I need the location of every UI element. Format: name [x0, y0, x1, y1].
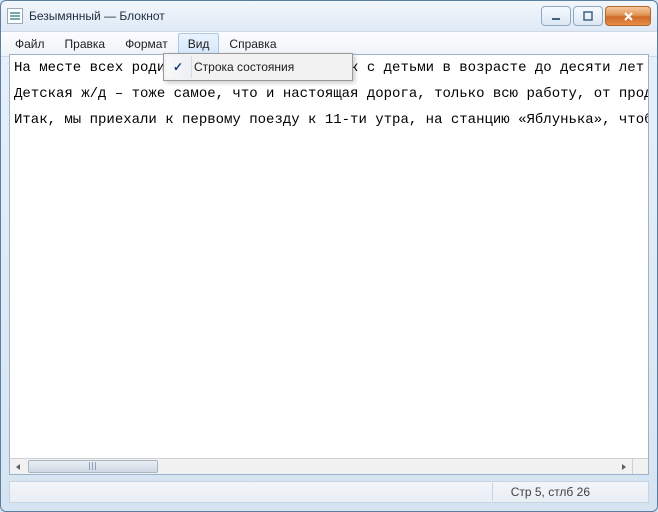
scroll-thumb[interactable] — [28, 460, 158, 473]
menu-file[interactable]: Файл — [5, 33, 55, 55]
text-area[interactable]: На месте всех родителей и бабушек-дедуше… — [10, 55, 648, 458]
close-button[interactable] — [605, 6, 651, 26]
thumb-grip-icon — [89, 462, 97, 470]
cursor-position: Стр 5, стлб 26 — [492, 483, 608, 501]
minimize-button[interactable] — [541, 6, 571, 26]
window-title: Безымянный — Блокнот — [29, 9, 165, 23]
horizontal-scrollbar[interactable] — [10, 458, 632, 474]
check-icon: ✓ — [166, 60, 190, 74]
text-line: Итак, мы приехали к первому поезду к 11-… — [10, 107, 648, 133]
menu-item-status-bar[interactable]: ✓ Строка состояния — [166, 56, 350, 78]
scroll-track[interactable] — [26, 459, 616, 475]
menu-edit[interactable]: Правка — [55, 33, 116, 55]
notepad-icon — [7, 8, 23, 24]
view-dropdown: ✓ Строка состояния — [163, 53, 353, 81]
menu-view[interactable]: Вид — [178, 33, 220, 55]
menu-format[interactable]: Формат — [115, 33, 178, 55]
maximize-button[interactable] — [573, 6, 603, 26]
client-area: На месте всех родителей и бабушек-дедуше… — [9, 54, 649, 475]
menu-help[interactable]: Справка — [219, 33, 286, 55]
scroll-left-button[interactable] — [10, 459, 26, 475]
window-frame: Безымянный — Блокнот Файл Правка Формат … — [0, 0, 658, 512]
scroll-right-button[interactable] — [616, 459, 632, 475]
size-grip[interactable] — [632, 458, 648, 474]
titlebar[interactable]: Безымянный — Блокнот — [1, 1, 657, 31]
menu-item-label: Строка состояния — [190, 60, 294, 74]
text-line: Детская ж/д – тоже самое, что и настояща… — [10, 81, 648, 107]
statusbar: Стр 5, стлб 26 — [9, 481, 649, 503]
